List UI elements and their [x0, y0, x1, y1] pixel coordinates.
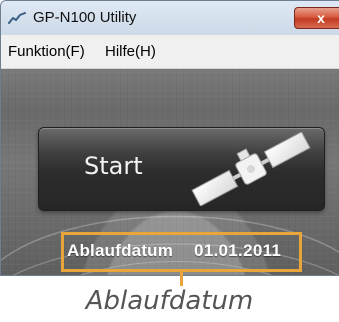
- expiry-label: Ablaufdatum: [67, 241, 174, 260]
- menu-item-funktion[interactable]: Funktion(F): [8, 43, 85, 60]
- satellite-icon: [191, 132, 311, 206]
- close-icon: x: [317, 10, 325, 26]
- menu-item-hilfe[interactable]: Hilfe(H): [105, 43, 156, 60]
- expiry-date: 01.01.2011: [194, 241, 282, 260]
- menu-bar: Funktion(F) Hilfe(H): [1, 35, 339, 69]
- close-button[interactable]: x: [294, 7, 339, 29]
- callout-leader-line: [180, 272, 183, 286]
- start-button[interactable]: Start: [38, 127, 325, 211]
- start-label: Start: [84, 152, 143, 180]
- title-bar: GP-N100 Utility x: [1, 1, 339, 35]
- gps-track-icon: [8, 12, 26, 24]
- window-title: GP-N100 Utility: [33, 9, 137, 26]
- callout-caption: Ablaufdatum: [85, 286, 254, 316]
